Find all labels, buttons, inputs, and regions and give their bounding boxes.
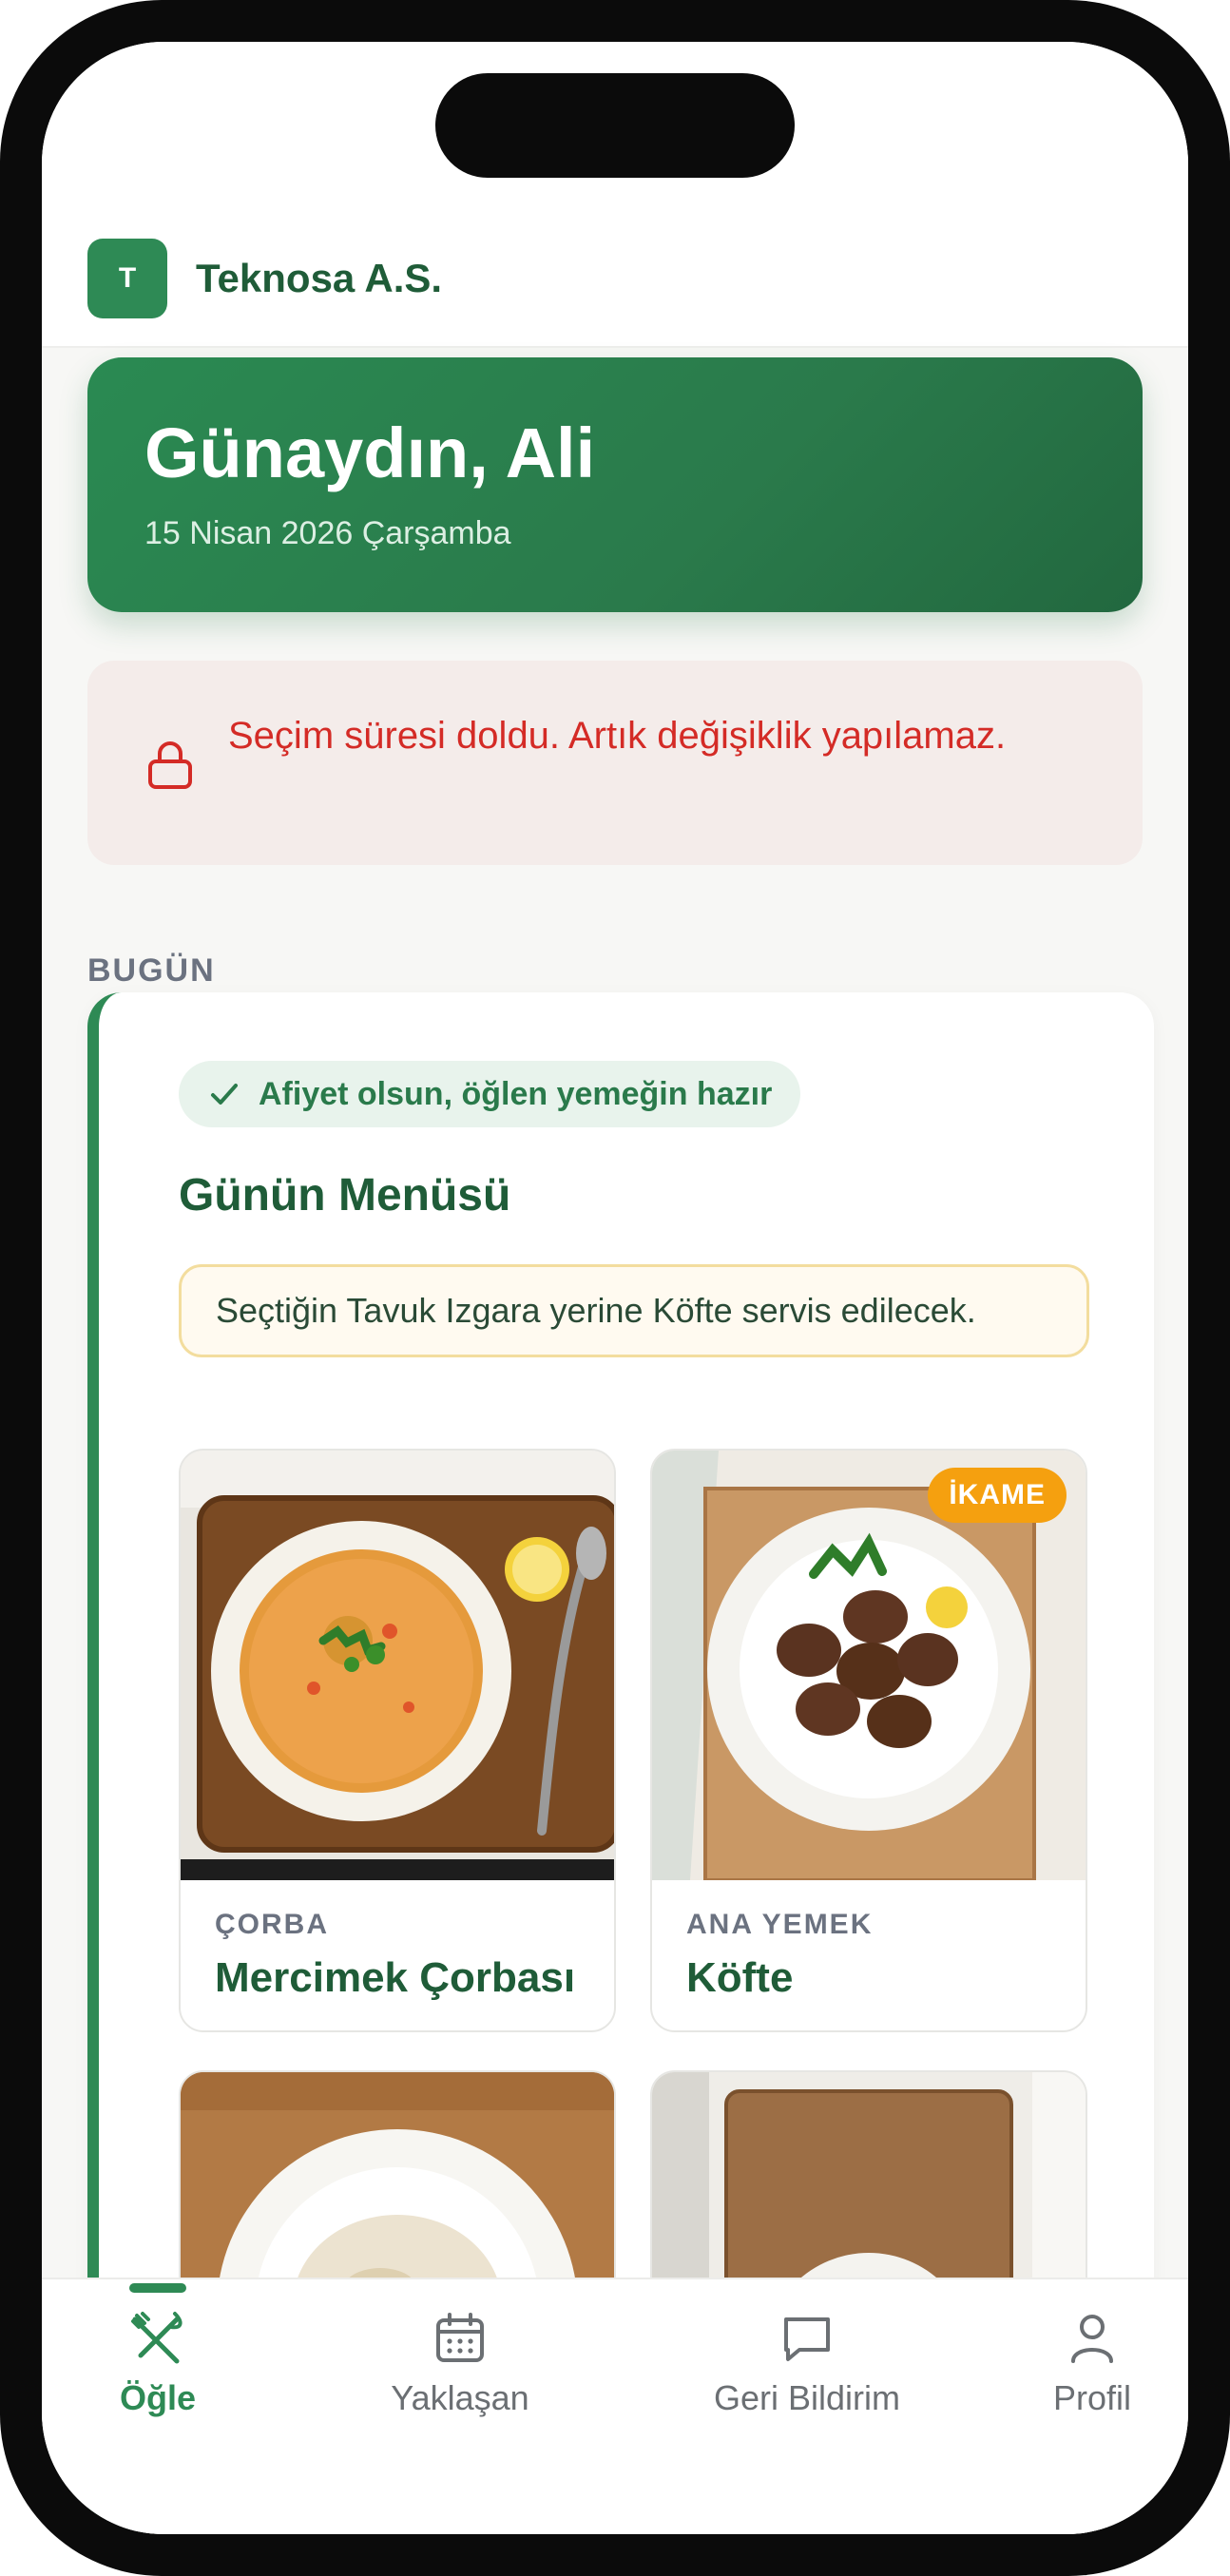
section-today-label: BUGÜN (87, 952, 216, 989)
dish-card-soup[interactable]: ÇORBA Mercimek Çorbası (179, 1449, 616, 2032)
menu-title: Günün Menüsü (179, 1170, 511, 1221)
dish-photo-soup (181, 1451, 614, 1880)
company-name: Teknosa A.S. (196, 256, 443, 300)
lock-icon (148, 741, 192, 789)
substitution-note: Seçtiğin Tavuk Izgara yerine Köfte servi… (179, 1264, 1089, 1357)
tab-label: Profil (1052, 2378, 1132, 2417)
status-text: Afiyet olsun, öğlen yemeğin hazır (259, 1075, 773, 1112)
tab-profile[interactable]: Profil (1021, 2279, 1163, 2432)
utensils-icon (131, 2312, 183, 2364)
user-icon (1071, 2315, 1113, 2363)
check-icon (211, 1084, 238, 1105)
tab-lunch[interactable]: Öğle (101, 2279, 215, 2432)
app-screen: T Teknosa A.S. Günaydın, Ali 15 Nisan 20… (42, 42, 1188, 2534)
alert-message: Seçim süresi doldu. Artık değişiklik yap… (228, 715, 1007, 757)
tab-label: Geri Bildirim (713, 2378, 900, 2417)
tab-label: Yaklaşan (391, 2378, 529, 2417)
company-avatar: T (87, 239, 167, 318)
dish-name: Mercimek Çorbası (215, 1954, 576, 2001)
substitute-badge: İKAME (928, 1468, 1067, 1523)
tab-upcoming[interactable]: Yaklaşan (356, 2279, 565, 2432)
dish-card-main[interactable]: İKAME ANA YEMEK Köfte (650, 1449, 1087, 2032)
dynamic-island (435, 73, 795, 178)
tab-label: Öğle (119, 2378, 196, 2417)
phone-frame: T Teknosa A.S. Günaydın, Ali 15 Nisan 20… (0, 0, 1230, 2576)
message-icon (784, 2317, 830, 2361)
status-pill: Afiyet olsun, öğlen yemeğin hazır (179, 1061, 801, 1127)
greeting-date: 15 Nisan 2026 Çarşamba (144, 515, 511, 551)
dish-name: Köfte (686, 1954, 794, 2001)
greeting-title: Günaydın, Ali (144, 413, 596, 492)
dish-category: ANA YEMEK (686, 1909, 874, 1940)
bottom-tab-bar: Öğle Yaklaşan Geri Bildirim Profil (42, 2278, 1188, 2534)
dish-category: ÇORBA (215, 1909, 329, 1940)
calendar-icon (436, 2313, 484, 2362)
tab-feedback[interactable]: Geri Bildirim (650, 2279, 964, 2432)
deadline-alert: Seçim süresi doldu. Artık değişiklik yap… (87, 661, 1143, 865)
greeting-card: Günaydın, Ali 15 Nisan 2026 Çarşamba (87, 357, 1143, 612)
